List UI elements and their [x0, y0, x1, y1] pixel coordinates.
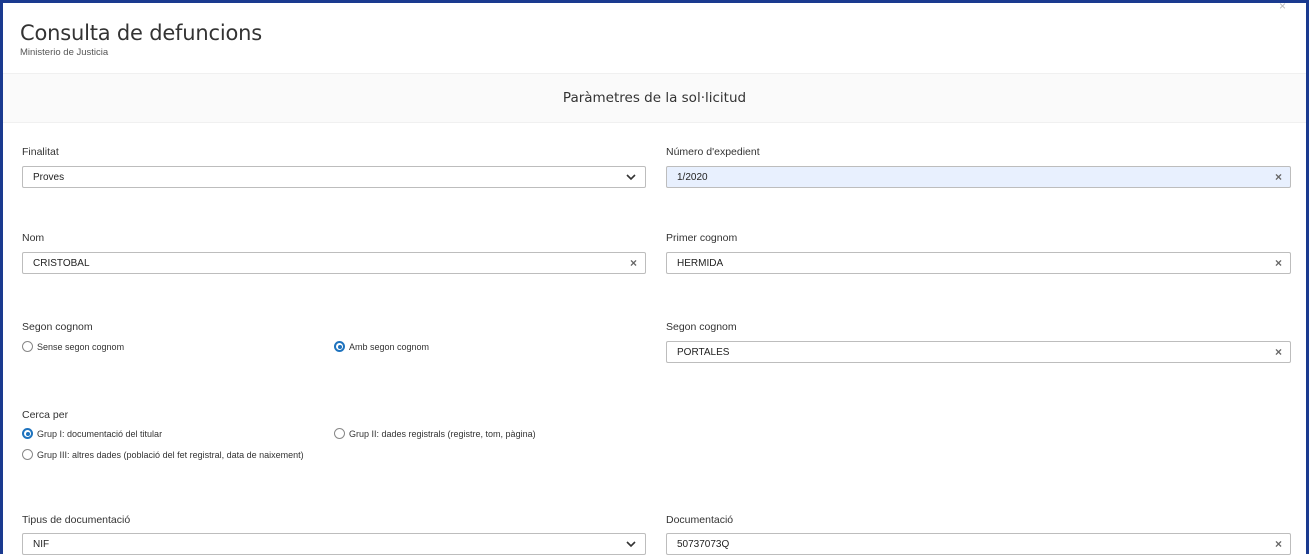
close-icon[interactable]: ×	[1279, 0, 1286, 13]
cerca-per-label: Cerca per	[22, 409, 69, 421]
clear-icon[interactable]: ×	[1275, 170, 1282, 184]
tipus-documentacio-label: Tipus de documentació	[22, 514, 131, 526]
numero-expedient-label: Número d'expedient	[666, 146, 760, 158]
radio-grup-iii[interactable]: Grup III: altres dades (població del fet…	[22, 449, 304, 460]
tipus-documentacio-value: NIF	[33, 539, 50, 550]
radio-circle	[334, 428, 345, 439]
nom-value: CRISTOBAL	[33, 258, 90, 269]
radio-label: Grup I: documentació del titular	[37, 428, 163, 439]
clear-icon[interactable]: ×	[630, 256, 637, 270]
chevron-down-icon	[626, 174, 636, 181]
radio-label: Sense segon cognom	[37, 341, 125, 352]
radio-circle	[22, 341, 33, 352]
radio-grup-i[interactable]: Grup I: documentació del titular	[22, 428, 162, 439]
radio-circle	[22, 449, 33, 460]
primer-cognom-value: HERMIDA	[677, 258, 724, 269]
documentacio-value: 50737073Q	[677, 539, 730, 550]
nom-label: Nom	[22, 232, 45, 244]
tipus-documentacio-select[interactable]: NIF	[22, 533, 646, 555]
finalitat-value: Proves	[33, 172, 65, 183]
clear-icon[interactable]: ×	[1275, 256, 1282, 270]
page-title: Consulta de defuncions	[20, 21, 262, 45]
primer-cognom-input[interactable]: HERMIDA ×	[666, 252, 1291, 274]
radio-circle	[334, 341, 345, 352]
nom-input[interactable]: CRISTOBAL ×	[22, 252, 646, 274]
numero-expedient-value: 1/2020	[677, 172, 708, 183]
clear-icon[interactable]: ×	[1275, 345, 1282, 359]
radio-label: Grup III: altres dades (població del fet…	[37, 449, 304, 460]
radio-sense-segon-cognom[interactable]: Sense segon cognom	[22, 341, 124, 352]
section-title: Paràmetres de la sol·licitud	[3, 73, 1306, 123]
radio-label: Grup II: dades registrals (registre, tom…	[349, 428, 536, 439]
segon-cognom-value: PORTALES	[677, 347, 730, 358]
radio-label: Amb segon cognom	[349, 341, 430, 352]
documentacio-input[interactable]: 50737073Q ×	[666, 533, 1291, 555]
dialog-header: Consulta de defuncions Ministerio de Jus…	[20, 21, 262, 58]
radio-circle	[22, 428, 33, 439]
finalitat-select[interactable]: Proves	[22, 166, 646, 188]
segon-cognom-label: Segon cognom	[666, 321, 737, 333]
clear-icon[interactable]: ×	[1275, 537, 1282, 551]
segon-cognom-option-label: Segon cognom	[22, 321, 93, 333]
segon-cognom-input[interactable]: PORTALES ×	[666, 341, 1291, 363]
documentacio-label: Documentació	[666, 514, 734, 526]
finalitat-label: Finalitat	[22, 146, 59, 158]
radio-amb-segon-cognom[interactable]: Amb segon cognom	[334, 341, 429, 352]
numero-expedient-input[interactable]: 1/2020 ×	[666, 166, 1291, 188]
dialog-frame: Consulta de defuncions Ministerio de Jus…	[0, 0, 1309, 555]
chevron-down-icon	[626, 541, 636, 548]
primer-cognom-label: Primer cognom	[666, 232, 738, 244]
radio-grup-ii[interactable]: Grup II: dades registrals (registre, tom…	[334, 428, 536, 439]
page-subtitle: Ministerio de Justicia	[20, 47, 109, 58]
